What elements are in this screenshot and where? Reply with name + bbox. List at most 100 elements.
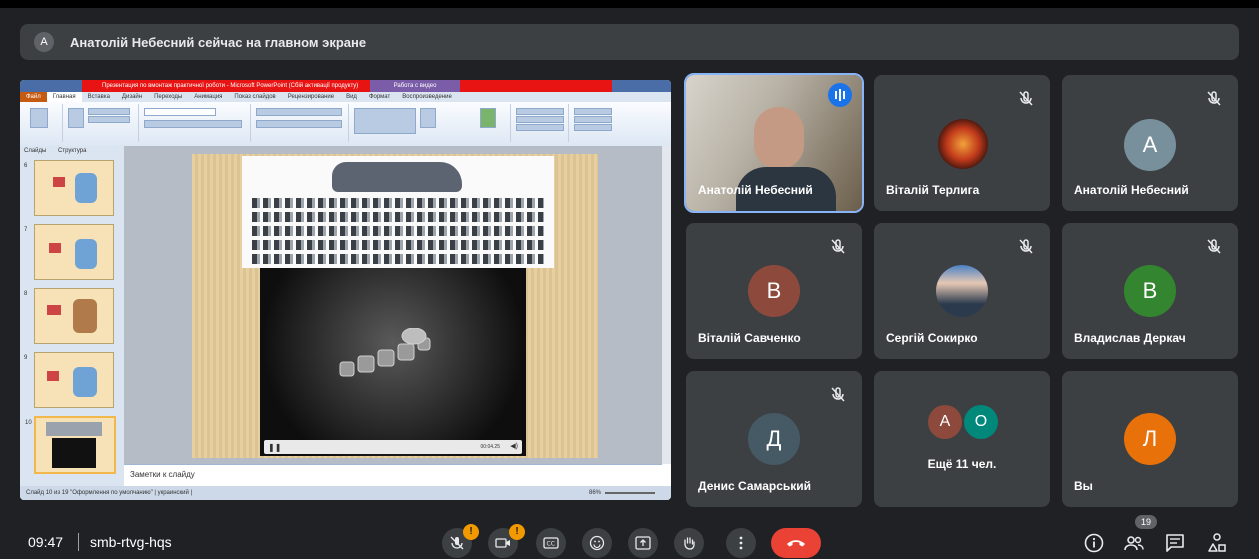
- raise-hand-button[interactable]: [674, 528, 704, 558]
- svg-text:CC: CC: [547, 541, 555, 548]
- crankshaft-image: [339, 328, 431, 377]
- participant-tile[interactable]: Сергій Сокирко: [874, 223, 1050, 359]
- find-button[interactable]: [574, 108, 612, 115]
- thumb-number: 7: [24, 227, 28, 233]
- people-button[interactable]: [1123, 532, 1145, 554]
- leave-call-button[interactable]: [771, 528, 821, 558]
- top-strip: [0, 0, 1259, 8]
- arrange-icon[interactable]: [420, 108, 436, 128]
- participant-tile[interactable]: Д Денис Самарський: [686, 371, 862, 507]
- window-title: Презентация по вмонтаж практичної роботи…: [82, 80, 612, 92]
- zoom-level: 86%: [588, 490, 601, 496]
- layout-icon[interactable]: [88, 108, 130, 115]
- notes-pane[interactable]: Заметки к слайду: [124, 464, 662, 487]
- slides-tab[interactable]: Слайды: [24, 148, 46, 154]
- volume-icon[interactable]: ◀): [510, 442, 518, 450]
- slide-thumbnail-selected[interactable]: 10: [25, 416, 116, 474]
- ribbon-tab[interactable]: Главная: [46, 92, 82, 102]
- avatar: Д: [748, 413, 800, 465]
- participant-tile[interactable]: B Владислав Деркач: [1062, 223, 1238, 359]
- select-button[interactable]: [574, 124, 612, 131]
- pause-icon[interactable]: ❚❚: [268, 443, 281, 452]
- shared-screen[interactable]: Презентация по вмонтаж практичної роботи…: [20, 80, 671, 500]
- slide-editor[interactable]: ❚❚ 00:04.25 ◀): [124, 146, 662, 464]
- replace-button[interactable]: [574, 116, 612, 123]
- ribbon-tab[interactable]: Анимация: [188, 92, 228, 102]
- avatar: B: [748, 265, 800, 317]
- current-slide[interactable]: ❚❚ 00:04.25 ◀): [192, 154, 598, 458]
- ribbon-tab[interactable]: Файл: [20, 92, 47, 102]
- car-parts-image[interactable]: [242, 156, 554, 268]
- activities-button[interactable]: [1206, 532, 1228, 554]
- chat-button[interactable]: [1164, 532, 1186, 554]
- thumb-graphic: [46, 422, 102, 436]
- outline-tab[interactable]: Структура: [58, 148, 86, 154]
- font-format-icons[interactable]: [144, 120, 242, 128]
- ribbon-tab[interactable]: Формат: [363, 92, 396, 102]
- slide-scrollbar[interactable]: [662, 146, 671, 464]
- reset-icon[interactable]: [88, 116, 130, 123]
- participant-name: Анатолій Небесний: [1074, 183, 1189, 197]
- ribbon-tab[interactable]: Вставка: [82, 92, 116, 102]
- participant-name: Анатолій Небесний: [698, 183, 813, 197]
- people-icon: [1124, 536, 1144, 551]
- ribbon-tab[interactable]: Рецензирование: [282, 92, 340, 102]
- quick-styles-icon[interactable]: [480, 108, 496, 128]
- camera-off-icon: [495, 538, 510, 548]
- align-icons[interactable]: [256, 120, 342, 128]
- notes-placeholder: Заметки к слайду: [130, 470, 195, 479]
- chat-icon: [1166, 534, 1184, 552]
- slide-thumbnail[interactable]: 6: [24, 160, 114, 216]
- ribbon-tab[interactable]: Переходы: [148, 92, 188, 102]
- ribbon-tab[interactable]: Дизайн: [116, 92, 148, 102]
- mic-off-icon: [826, 235, 850, 259]
- meeting-info-button[interactable]: [1083, 532, 1105, 554]
- ribbon-tab[interactable]: Вид: [340, 92, 363, 102]
- shape-outline[interactable]: [516, 116, 564, 123]
- slides-panel-tabs: Слайды Структура: [24, 148, 120, 157]
- slide-thumbnail[interactable]: 9: [24, 352, 114, 408]
- captions-button[interactable]: CC: [536, 528, 566, 558]
- more-options-button[interactable]: [726, 528, 756, 558]
- participant-tile[interactable]: A Анатолій Небесний: [1062, 75, 1238, 211]
- participant-name: Владислав Деркач: [1074, 331, 1186, 345]
- participant-name: Вы: [1074, 479, 1093, 493]
- slide-thumbnail[interactable]: 8: [24, 288, 114, 344]
- shape-fill[interactable]: [516, 108, 564, 115]
- zoom-slider[interactable]: [605, 492, 655, 494]
- others-count: Ещё 11 чел.: [927, 457, 997, 471]
- presenting-text: Анатолій Небесний сейчас на главном экра…: [70, 34, 367, 50]
- thumb-number: 10: [25, 420, 32, 426]
- slide-video[interactable]: ❚❚ 00:04.25 ◀): [260, 268, 526, 456]
- parts-row: [252, 254, 544, 264]
- paste-icon[interactable]: [30, 108, 48, 128]
- clock: 09:47: [28, 534, 64, 550]
- ribbon-group-editing: [570, 104, 630, 142]
- others-tile[interactable]: A O Ещё 11 чел.: [874, 371, 1050, 507]
- thumb-graphic: [52, 438, 96, 468]
- ribbon-tab[interactable]: Показ слайдов: [228, 92, 281, 102]
- shapes-gallery[interactable]: [354, 108, 416, 134]
- video-controls[interactable]: ❚❚ 00:04.25 ◀): [264, 440, 522, 454]
- participant-tile[interactable]: B Віталій Савченко: [686, 223, 862, 359]
- present-button[interactable]: [628, 528, 658, 558]
- slide-thumbnail[interactable]: 7: [24, 224, 114, 280]
- shape-effects[interactable]: [516, 124, 564, 131]
- meeting-code: smb-rtvg-hqs: [90, 534, 172, 550]
- alert-badge: !: [509, 524, 525, 540]
- ribbon-tab[interactable]: Воспроизведение: [396, 92, 458, 102]
- self-tile[interactable]: Л Вы: [1062, 371, 1238, 507]
- list-icons[interactable]: [256, 108, 342, 116]
- participant-tile[interactable]: Віталій Терлига: [874, 75, 1050, 211]
- present-screen-icon: [635, 536, 651, 550]
- font-select[interactable]: [144, 108, 216, 116]
- thumb-graphic: [49, 243, 61, 253]
- end-call-icon: [787, 540, 805, 547]
- emoji-icon: [589, 535, 605, 551]
- participant-tile[interactable]: Анатолій Небесний: [684, 73, 864, 213]
- reactions-button[interactable]: [582, 528, 612, 558]
- info-icon: [1084, 533, 1104, 553]
- new-slide-icon[interactable]: [68, 108, 84, 128]
- parts-row: [252, 212, 544, 222]
- speaking-indicator: [828, 83, 852, 107]
